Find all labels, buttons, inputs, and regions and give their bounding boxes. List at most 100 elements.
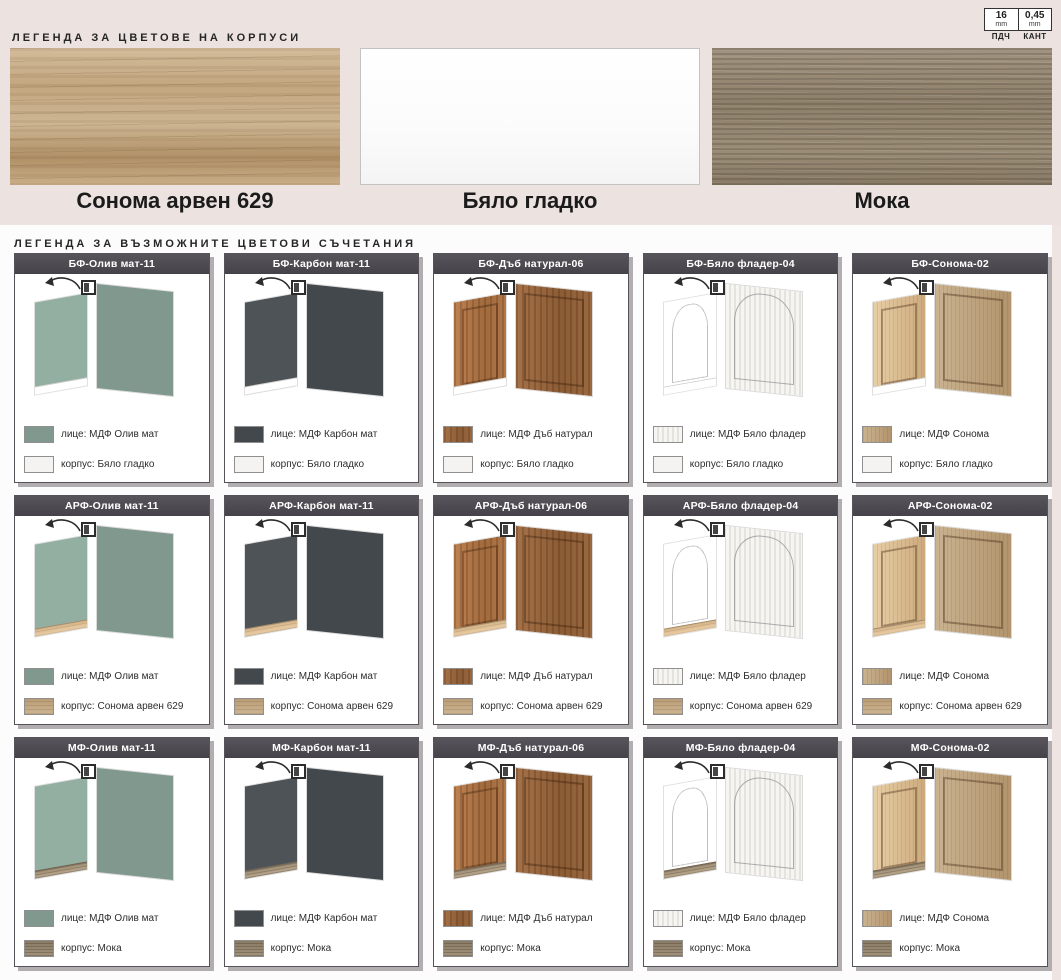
- door-panel-right: [726, 526, 802, 638]
- body-swatch-row: корпус: Мока: [853, 936, 1047, 960]
- body-label: корпус: Мока: [271, 943, 332, 954]
- door-open-arrow-icon: [41, 758, 83, 778]
- door-panel-left: [245, 777, 297, 878]
- body-color-name-moka: Мока: [712, 188, 1052, 214]
- combo-card-title: АРФ-Сонома-02: [853, 496, 1047, 516]
- door-panel-right: [307, 768, 383, 880]
- combo-card: БФ-Бяло фладер-04 лице: МДФ Бяло фладер …: [643, 253, 839, 483]
- combo-card: МФ-Дъб натурал-06 лице: МДФ Дъб натурал …: [433, 737, 629, 967]
- combo-card-title: БФ-Карбон мат-11: [225, 254, 419, 274]
- door-hinge-icon: [500, 280, 515, 295]
- combo-card-title: МФ-Карбон мат-11: [225, 738, 419, 758]
- door-panel-left: [35, 535, 87, 636]
- face-label: лице: МДФ Сонома: [899, 429, 989, 440]
- door-panel-left: [664, 777, 716, 878]
- face-swatch: [653, 426, 683, 443]
- face-swatch-row: лице: МДФ Дъб натурал: [434, 422, 628, 446]
- face-label: лице: МДФ Дъб натурал: [480, 913, 592, 924]
- body-label: корпус: Мока: [61, 943, 122, 954]
- body-swatch-row: корпус: Бяло гладко: [644, 452, 838, 476]
- combo-card: АРФ-Бяло фладер-04 лице: МДФ Бяло фладер…: [643, 495, 839, 725]
- face-swatch-row: лице: МДФ Олив мат: [15, 422, 209, 446]
- door-panel-right: [97, 526, 173, 638]
- body-swatch: [24, 698, 54, 715]
- body-label: корпус: Бяло гладко: [690, 459, 783, 470]
- face-swatch-row: лице: МДФ Бяло фладер: [644, 906, 838, 930]
- door-illustration: [225, 758, 419, 906]
- body-label: корпус: Сонома арвен 629: [480, 701, 602, 712]
- combo-card-title: АРФ-Олив мат-11: [15, 496, 209, 516]
- face-swatch: [862, 426, 892, 443]
- body-swatch-row: корпус: Сонома арвен 629: [434, 694, 628, 718]
- face-label: лице: МДФ Олив мат: [61, 429, 158, 440]
- door-inner-frame: [524, 535, 584, 629]
- door-panel-left: [454, 535, 506, 636]
- body-label: корпус: Бяло гладко: [899, 459, 992, 470]
- body-swatch: [443, 940, 473, 957]
- face-swatch: [24, 426, 54, 443]
- door-inner-frame: [734, 291, 794, 385]
- combo-card: АРФ-Дъб натурал-06 лице: МДФ Дъб натурал…: [433, 495, 629, 725]
- body-color-name-byalo-gladko: Бяло гладко: [360, 188, 700, 214]
- face-swatch-row: лице: МДФ Дъб натурал: [434, 906, 628, 930]
- door-open-arrow-icon: [460, 758, 502, 778]
- face-swatch: [24, 668, 54, 685]
- door-panel-right: [935, 284, 1011, 396]
- door-open-arrow-icon: [670, 274, 712, 294]
- door-inner-frame: [881, 787, 917, 869]
- combo-grid: БФ-Олив мат-11 лице: МДФ Олив мат корпус…: [14, 253, 1048, 967]
- door-hinge-icon: [710, 522, 725, 537]
- body-label: корпус: Бяло гладко: [271, 459, 364, 470]
- door-open-arrow-icon: [41, 274, 83, 294]
- door-open-arrow-icon: [251, 516, 293, 536]
- door-open-arrow-icon: [670, 758, 712, 778]
- body-edge-strip: [35, 619, 87, 636]
- body-color-swatch-moka: [712, 48, 1052, 185]
- body-color-swatch-sonoma-arven: [10, 48, 340, 185]
- face-label: лице: МДФ Бяло фладер: [690, 429, 806, 440]
- spec-edge-value: 0,45: [1020, 11, 1051, 21]
- door-panel-left: [873, 777, 925, 878]
- combo-card: МФ-Олив мат-11 лице: МДФ Олив мат корпус…: [14, 737, 210, 967]
- door-hinge-icon: [291, 522, 306, 537]
- body-colors-legend-title: ЛЕГЕНДА ЗА ЦВЕТОВЕ НА КОРПУСИ: [12, 32, 301, 44]
- door-panel-right: [726, 284, 802, 396]
- face-swatch: [24, 910, 54, 927]
- door-illustration: [15, 516, 209, 664]
- body-swatch-row: корпус: Бяло гладко: [15, 452, 209, 476]
- spec-edge: 0,45 mm: [1018, 9, 1052, 30]
- body-swatch: [862, 698, 892, 715]
- door-open-arrow-icon: [879, 516, 921, 536]
- body-swatch: [234, 456, 264, 473]
- door-open-arrow-icon: [879, 274, 921, 294]
- body-label: корпус: Мока: [480, 943, 541, 954]
- face-label: лице: МДФ Сонома: [899, 671, 989, 682]
- body-swatch: [653, 940, 683, 957]
- door-panel-left: [873, 535, 925, 636]
- combo-card-title: АРФ-Дъб натурал-06: [434, 496, 628, 516]
- face-swatch-row: лице: МДФ Сонома: [853, 906, 1047, 930]
- door-illustration: [225, 274, 419, 422]
- combo-card-title: МФ-Бяло фладер-04: [644, 738, 838, 758]
- spec-thickness-unit: mm: [986, 21, 1017, 29]
- door-inner-frame: [881, 303, 917, 385]
- door-hinge-icon: [500, 764, 515, 779]
- door-hinge-icon: [81, 280, 96, 295]
- body-swatch-row: корпус: Бяло гладко: [225, 452, 419, 476]
- door-panel-right: [516, 284, 592, 396]
- door-inner-frame: [672, 543, 708, 625]
- face-swatch-row: лице: МДФ Сонома: [853, 664, 1047, 688]
- door-hinge-icon: [291, 764, 306, 779]
- door-hinge-icon: [291, 280, 306, 295]
- body-swatch: [443, 456, 473, 473]
- door-illustration: [853, 516, 1047, 664]
- body-label: корпус: Мока: [899, 943, 960, 954]
- spec-thickness: 16 mm: [985, 9, 1018, 30]
- combo-card: АРФ-Сонома-02 лице: МДФ Сонома корпус: С…: [852, 495, 1048, 725]
- face-label: лице: МДФ Дъб натурал: [480, 429, 592, 440]
- door-illustration: [15, 274, 209, 422]
- door-panel-right: [726, 768, 802, 880]
- body-swatch-row: корпус: Мока: [15, 936, 209, 960]
- door-panel-left: [245, 293, 297, 394]
- body-swatch-row: корпус: Мока: [644, 936, 838, 960]
